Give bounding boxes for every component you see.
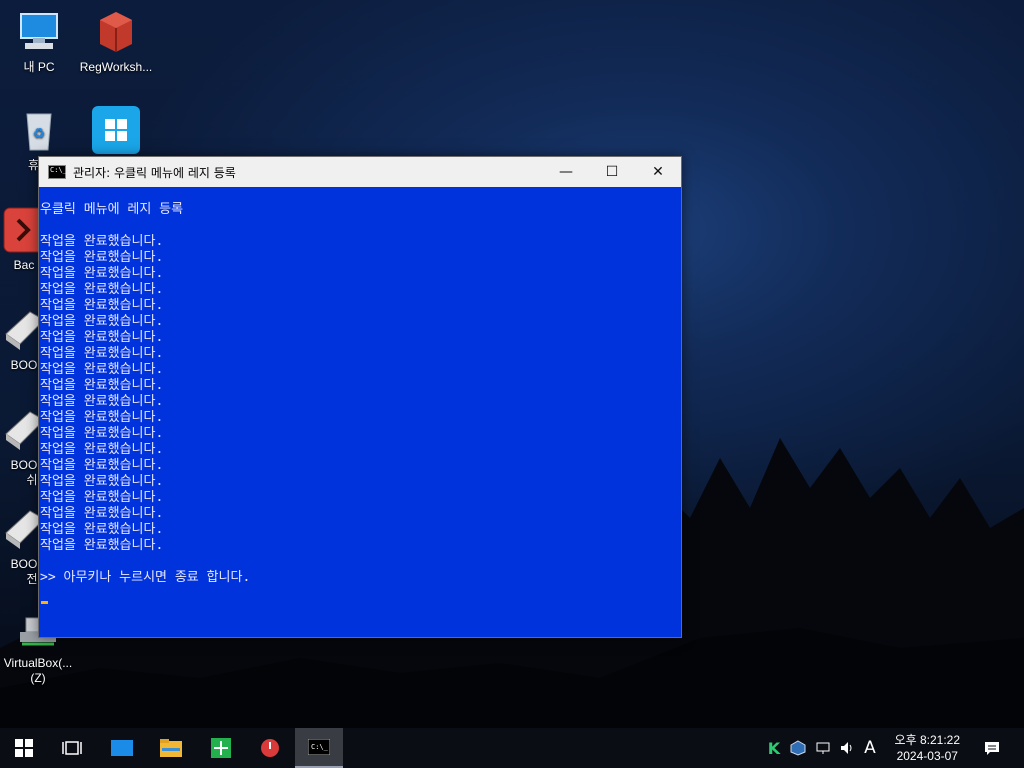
console-heading: 우클릭 메뉴에 레지 등록	[40, 202, 184, 217]
console-line: 작업을 완료했습니다.	[40, 394, 164, 409]
volume-tray-icon[interactable]	[837, 738, 857, 758]
console-line: 작업을 완료했습니다.	[40, 282, 164, 297]
console-line: 작업을 완료했습니다.	[40, 346, 164, 361]
taskbar-file-explorer-button[interactable]	[147, 728, 195, 768]
shutdown-icon	[261, 739, 279, 757]
desktop-icon-label: VirtualBox(...	[3, 656, 73, 670]
console-output[interactable]: 우클릭 메뉴에 레지 등록 작업을 완료했습니다. 작업을 완료했습니다. 작업을 …	[39, 188, 681, 637]
console-line: 작업을 완료했습니다.	[40, 506, 164, 521]
desktop-icon-regworkshop[interactable]: RegWorksh...	[78, 8, 154, 75]
console-line: 작업을 완료했습니다.	[40, 474, 164, 489]
console-line: 작업을 완료했습니다.	[40, 314, 164, 329]
console-icon: C:\_	[308, 739, 330, 755]
recycle-bin-icon: ♻	[15, 106, 63, 154]
ime-indicator[interactable]: A	[860, 738, 880, 758]
console-line: 작업을 완료했습니다.	[40, 442, 164, 457]
console-line: 작업을 완료했습니다.	[40, 426, 164, 441]
svg-text:♻: ♻	[33, 125, 46, 141]
start-icon	[15, 739, 33, 757]
console-line: 작업을 완료했습니다.	[40, 522, 164, 537]
desktop-icon-label-2: (Z)	[30, 671, 46, 685]
console-line: 작업을 완료했습니다.	[40, 234, 164, 249]
task-view-icon	[62, 741, 82, 755]
desktop-icon-label: 내 PC	[23, 60, 55, 74]
clock-time: 오후 8:21:22	[894, 733, 960, 747]
windows-tile-icon	[92, 106, 140, 154]
minimize-button[interactable]: —	[543, 157, 589, 187]
console-line: 작업을 완료했습니다.	[40, 410, 164, 425]
maximize-button[interactable]: ☐	[589, 157, 635, 187]
desktop-icon	[111, 740, 133, 756]
taskbar-shutdown-button[interactable]	[246, 728, 294, 768]
taskbar: C:\_ K A 오후 8:21:22 2024-03-07	[0, 728, 1024, 768]
regworkshop-icon	[92, 8, 140, 56]
console-line: 작업을 완료했습니다.	[40, 362, 164, 377]
taskbar-desktop-button[interactable]	[98, 728, 146, 768]
svg-text:C:\_: C:\_	[311, 743, 329, 751]
file-explorer-icon	[160, 739, 182, 757]
start-button[interactable]	[0, 728, 48, 768]
desktop-icon-my-pc[interactable]: 내 PC	[1, 8, 77, 75]
notification-center-button[interactable]	[982, 738, 1002, 758]
console-line: 작업을 완료했습니다.	[40, 330, 164, 345]
console-window[interactable]: C:\_ 관리자: 우클릭 메뉴에 레지 등록 — ☐ ✕ 우클릭 메뉴에 레지…	[38, 156, 682, 638]
console-prompt: >> 아무키나 누르시면 종료 합니다.	[40, 570, 251, 585]
network-tray-icon[interactable]	[813, 738, 833, 758]
computer-icon	[15, 8, 63, 56]
console-line: 작업을 완료했습니다.	[40, 298, 164, 313]
virtualbox-tray-icon[interactable]	[788, 738, 808, 758]
taskbar-spreadsheet-button[interactable]	[197, 728, 245, 768]
close-button[interactable]: ✕	[635, 157, 681, 187]
console-line: 작업을 완료했습니다.	[40, 458, 164, 473]
desktop-icon-windows-tile[interactable]	[78, 106, 154, 158]
console-app-icon: C:\_	[48, 165, 67, 179]
desktop-icon-label: RegWorksh...	[79, 60, 153, 74]
console-line: 작업을 완료했습니다.	[40, 538, 164, 553]
text-cursor	[41, 601, 48, 604]
console-line: 작업을 완료했습니다.	[40, 490, 164, 505]
task-view-button[interactable]	[48, 728, 96, 768]
spreadsheet-icon	[211, 738, 231, 758]
notification-icon	[985, 742, 999, 755]
title-bar[interactable]: C:\_ 관리자: 우클릭 메뉴에 레지 등록 — ☐ ✕	[39, 157, 681, 187]
clock-date: 2024-03-07	[896, 749, 958, 763]
taskbar-console-button[interactable]: C:\_	[295, 728, 343, 768]
window-title: 관리자: 우클릭 메뉴에 레지 등록	[73, 165, 236, 180]
console-line: 작업을 완료했습니다.	[40, 266, 164, 281]
console-line: 작업을 완료했습니다.	[40, 378, 164, 393]
k-app-tray-icon[interactable]: K	[764, 738, 784, 758]
console-line: 작업을 완료했습니다.	[40, 250, 164, 265]
clock[interactable]: 오후 8:21:22 2024-03-07	[895, 732, 960, 764]
